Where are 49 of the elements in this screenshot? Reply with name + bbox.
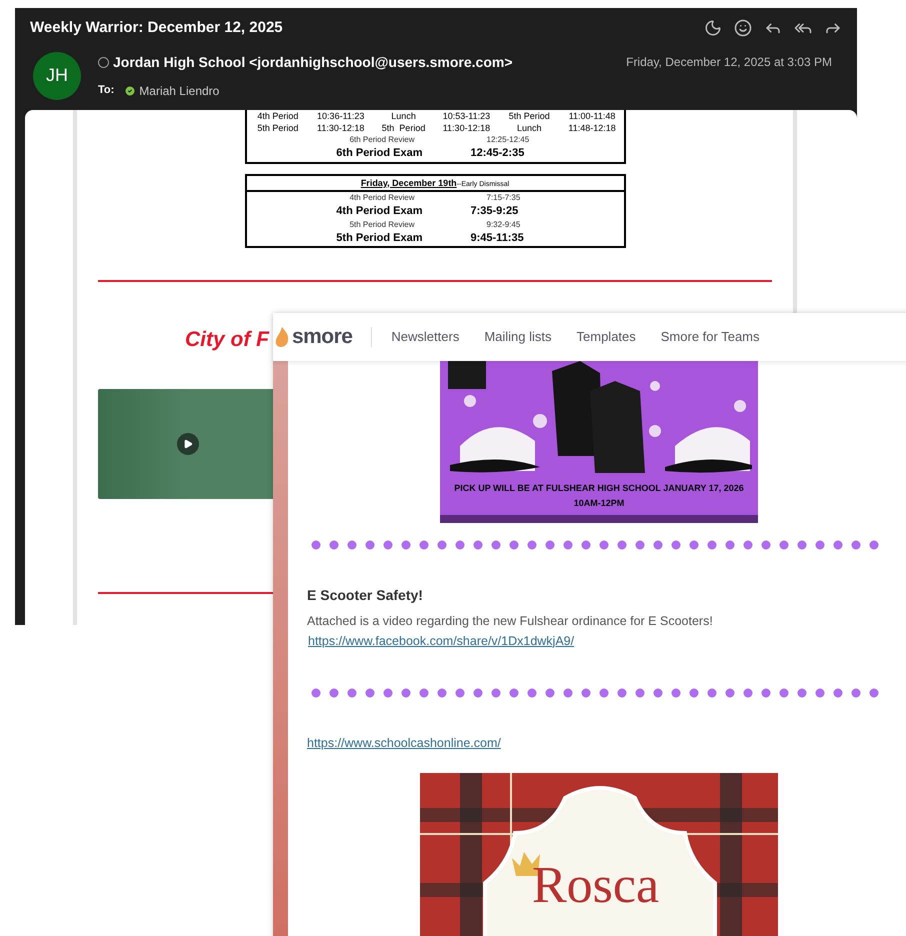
recipient: Mariah Liendro [139,82,220,100]
verified-icon [124,84,136,96]
table-cell-text: 5th Period Review [348,218,416,230]
smore-logo[interactable]: smore [292,321,352,353]
flame-icon [274,326,290,348]
table-cell-text: 12:45-2:35 [470,146,526,160]
rosca-title: Rosca [532,858,660,914]
emoji-icon[interactable] [734,19,752,38]
table-cell-text: 10:53-11:23 [442,110,492,122]
table-cell-text: 5th Period Exam [335,230,424,246]
table-cell-text: 5th Period [508,110,551,122]
table-cell-text: 6th Period Review [348,134,416,146]
table-cell-text: 4th Period Review [348,192,416,204]
play-icon[interactable] [177,432,199,454]
flyer-caption: PICK UP WILL BE AT FULSHEAR HIGH SCHOOL JANUARY 17, 2026 [454,482,744,495]
moon-icon[interactable] [704,19,722,38]
table-cell-text: 5th Period [380,122,426,134]
table-cell-text: 7:15-7:35 [486,192,522,204]
nav-link[interactable]: Mailing lists [484,327,552,347]
table-cell-text: 11:00-11:48 [568,110,616,122]
table-cell-text: 10:36-11:23 [316,110,366,122]
table-cell-text: 11:30-12:18 [442,122,492,134]
city-logo: City of F [185,328,269,352]
table-cell-text: 7:35-9:25 [470,204,520,218]
table-cell-text: 6th Period Exam [335,146,424,160]
nav-link[interactable]: Smore for Teams [660,327,760,347]
to-label: To: [98,83,114,98]
avatar: JH [33,52,81,100]
table-cell-text: 9:45-11:35 [470,230,525,246]
email-subject: Weekly Warrior: December 12, 2025 [30,18,283,38]
table-cell-text: 4th Period Exam [335,204,424,218]
section-title: E Scooter Safety! [307,586,424,605]
table-cell-text: 5th Period [256,122,300,134]
schoolcash-link[interactable]: https://www.schoolcashonline.com/ [307,734,906,753]
table-cell-text: 11:48-12:18 [567,122,617,134]
sender: Jordan High School <jordanhighschool@users.smore.com> [113,52,513,72]
table-title: Friday, December 19th [360,178,457,188]
table-cell-text: Lunch [516,122,542,134]
nav-link[interactable]: Templates [576,327,636,347]
email-date: Friday, December 12, 2025 at 3:03 PM [626,54,833,71]
table-cell-text: 11:30-12:18 [316,122,366,134]
table-cell-text: 9:32-9:45 [486,218,522,230]
table-cell-text: Lunch [390,110,417,122]
nav-link[interactable]: Newsletters [391,327,460,347]
section-body: Attached is a video regarding the new Fulshear ordinance for E Scooters! [307,612,714,630]
table-cell-text: 4th Period [256,110,300,122]
facebook-link[interactable]: https://www.facebook.com/share/v/1Dx1dwkjA9/ [308,632,906,650]
flyer-caption: 10AM-12PM [574,496,624,510]
table-cell-text: 12:25-12:45 [486,134,530,146]
